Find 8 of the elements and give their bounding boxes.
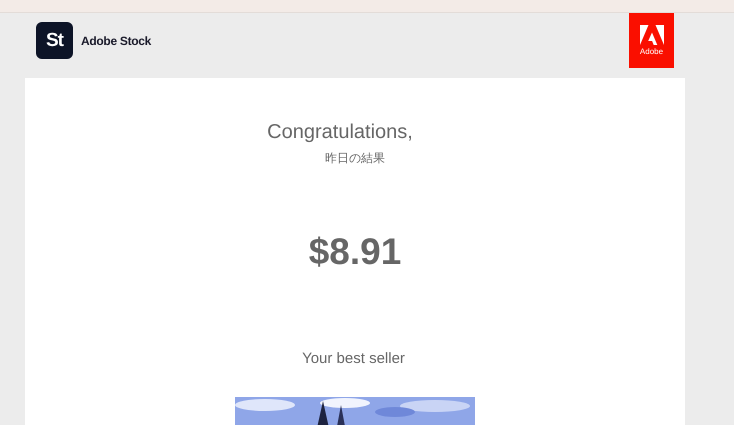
subtitle: 昨日の結果 (325, 150, 385, 167)
app-name: Adobe Stock (81, 34, 152, 48)
logo-icon (640, 25, 664, 45)
best-seller-label: Your best seller (302, 350, 405, 367)
app-logo: St (36, 22, 73, 59)
brand-logo: Adobe (629, 13, 674, 68)
earnings-amount: $8.91 (308, 231, 402, 273)
greeting: Congratulations, (267, 121, 413, 144)
